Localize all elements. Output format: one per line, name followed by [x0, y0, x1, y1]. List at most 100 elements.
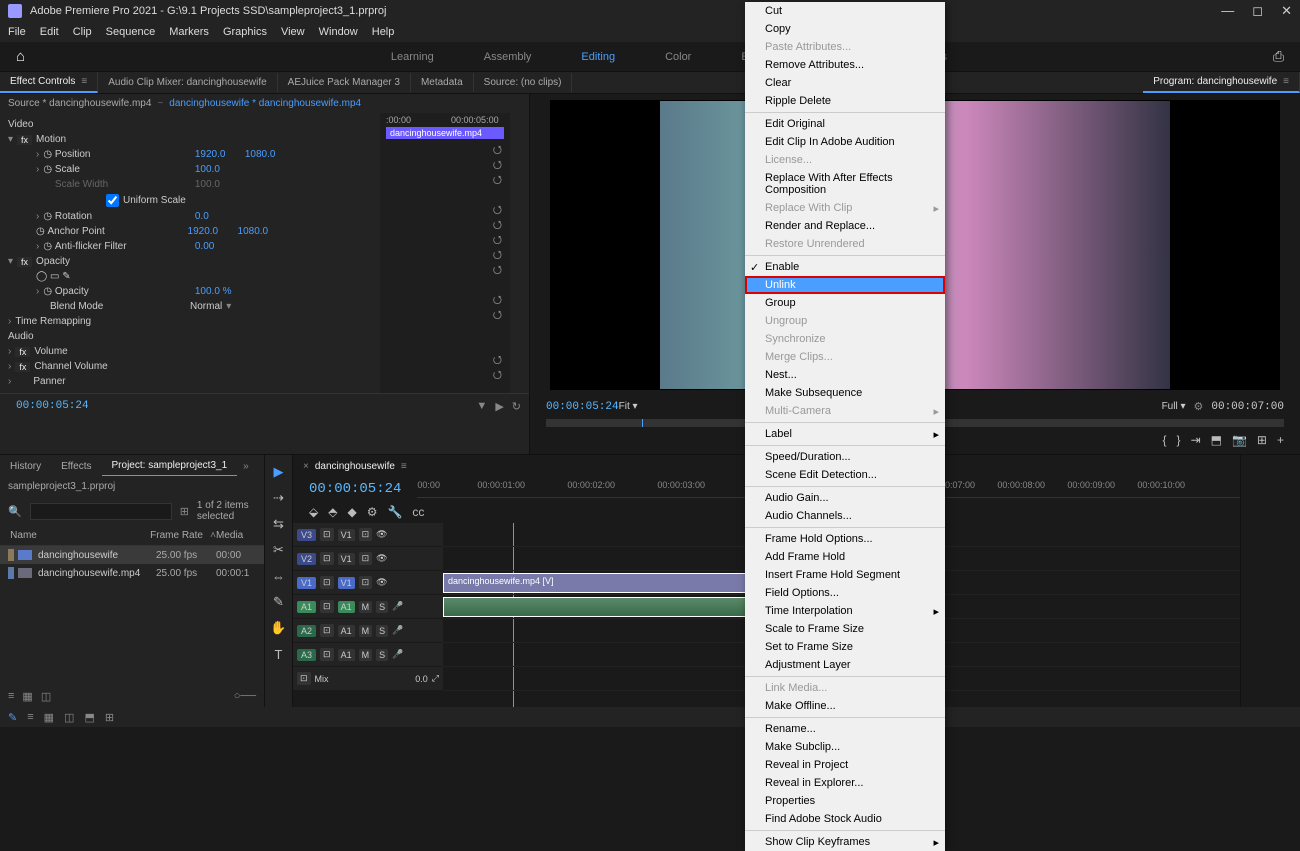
timeline-timecode[interactable]: 00:00:05:24 [293, 477, 417, 501]
mask-ellipse-icon[interactable]: ◯ [36, 271, 47, 282]
ec-blend-value[interactable]: Normal [190, 301, 222, 312]
cc-icon[interactable]: cc [412, 505, 424, 519]
list-view-icon[interactable]: ≡ [8, 690, 14, 703]
context-menu-item[interactable]: Make Subclip... [745, 738, 945, 756]
context-menu-item[interactable]: Frame Hold Options... [745, 530, 945, 548]
eye-icon[interactable]: 👁 [376, 529, 387, 540]
context-menu-item[interactable]: Insert Frame Hold Segment [745, 566, 945, 584]
ec-scale-value[interactable]: 100.0 [195, 164, 245, 175]
status-icon[interactable]: ◫ [64, 711, 74, 724]
add-button-icon[interactable]: + [1277, 433, 1284, 447]
export-frame-icon[interactable]: 📷 [1232, 433, 1247, 447]
workspace-editing[interactable]: Editing [581, 51, 615, 63]
project-item-sequence[interactable]: dancinghousewife 25.00 fps 00:00 [0, 546, 264, 564]
context-menu-item[interactable]: Add Frame Hold [745, 548, 945, 566]
reset-icon[interactable]: ⭯ [493, 246, 502, 261]
track-header-v3[interactable]: V3⊡V1⊡👁 [293, 523, 443, 547]
stopwatch-icon[interactable]: ◷ [43, 286, 52, 297]
sequence-settings-icon[interactable]: ⚙ [367, 505, 378, 519]
tab-history[interactable]: History [0, 457, 51, 476]
ec-timecode[interactable]: 00:00:05:24 [8, 398, 97, 414]
export-icon[interactable]: ⎙ [1273, 48, 1284, 65]
context-menu-item[interactable]: Make Offline... [745, 697, 945, 715]
expand-icon[interactable]: ⤢ [432, 673, 439, 684]
ec-clip-bar[interactable]: dancinghousewife.mp4 [386, 127, 504, 139]
reset-icon[interactable]: ⭯ [493, 216, 502, 231]
ec-anchor-y[interactable]: 1080.0 [238, 226, 288, 237]
context-menu-item[interactable]: Field Options... [745, 584, 945, 602]
status-icon[interactable]: ✎ [8, 711, 17, 724]
icon-view-icon[interactable]: ▦ [22, 690, 32, 703]
mic-icon[interactable]: 🎤 [392, 625, 403, 636]
status-icon[interactable]: ⊞ [105, 711, 114, 724]
context-menu-item[interactable]: Reveal in Project [745, 756, 945, 774]
settings-icon[interactable]: ⚙ [1194, 400, 1204, 413]
mask-rect-icon[interactable]: ▭ [50, 271, 59, 282]
stopwatch-icon[interactable]: ◷ [43, 211, 52, 222]
wrench-icon[interactable]: 🔧 [387, 505, 402, 519]
context-menu-item[interactable]: Nest... [745, 366, 945, 384]
context-menu-item[interactable]: Edit Clip In Adobe Audition [745, 133, 945, 151]
context-menu-item[interactable]: Make Subsequence [745, 384, 945, 402]
workspace-color[interactable]: Color [665, 51, 691, 63]
minimize-icon[interactable]: — [1221, 3, 1234, 19]
stopwatch-icon[interactable]: ◷ [43, 149, 52, 160]
menu-edit[interactable]: Edit [40, 26, 59, 38]
type-tool-icon[interactable]: T [270, 645, 288, 663]
tab-close-icon[interactable]: ≡ [81, 76, 87, 87]
context-menu-item[interactable]: Render and Replace... [745, 217, 945, 235]
ec-panner[interactable]: Panner [33, 376, 173, 387]
reset-icon[interactable]: ⭯ [493, 291, 502, 306]
resolution-dropdown[interactable]: Full ▾ [1162, 401, 1186, 412]
track-header-a3[interactable]: A3⊡A1MS🎤 [293, 643, 443, 667]
context-menu-item[interactable]: Replace With After Effects Composition [745, 169, 945, 199]
mark-in-icon[interactable]: { [1163, 433, 1167, 447]
ec-opacity-value[interactable]: 100.0 % [195, 286, 245, 297]
track-header-v1[interactable]: V1⊡V1⊡👁 [293, 571, 443, 595]
reset-icon[interactable]: ⭯ [493, 351, 502, 366]
close-icon[interactable]: × [303, 461, 309, 472]
bin-icon[interactable]: ⊞ [180, 505, 189, 518]
track-header-mix[interactable]: ⊡Mix0.0⤢ [293, 667, 443, 691]
safe-margins-icon[interactable]: ⊞ [1257, 433, 1267, 447]
ec-motion[interactable]: Motion [36, 134, 176, 145]
ec-uniform-scale-checkbox[interactable] [106, 194, 119, 207]
fx-badge[interactable]: fx [17, 135, 32, 145]
context-menu-item[interactable]: Cut [745, 2, 945, 20]
context-menu-item[interactable]: Speed/Duration... [745, 448, 945, 466]
track-header-a1[interactable]: A1⊡A1MS🎤 [293, 595, 443, 619]
pen-tool-icon[interactable]: ✎ [270, 593, 288, 611]
context-menu-item[interactable]: Unlink [745, 276, 945, 294]
reset-icon[interactable]: ⭯ [493, 201, 502, 216]
disclosure-icon[interactable]: › [8, 376, 11, 387]
reset-icon[interactable]: ⭯ [493, 141, 502, 156]
context-menu-item[interactable]: Copy [745, 20, 945, 38]
context-menu-item[interactable]: Remove Attributes... [745, 56, 945, 74]
menu-markers[interactable]: Markers [169, 26, 209, 38]
menu-window[interactable]: Window [319, 26, 358, 38]
context-menu-item[interactable]: Audio Gain... [745, 489, 945, 507]
context-menu-item[interactable]: Properties [745, 792, 945, 810]
ec-time-remap[interactable]: Time Remapping [15, 316, 155, 327]
reset-icon[interactable]: ⭯ [493, 366, 502, 381]
menu-view[interactable]: View [281, 26, 305, 38]
col-name[interactable]: Name [10, 530, 150, 541]
ec-position-x[interactable]: 1920.0 [195, 149, 245, 160]
mic-icon[interactable]: 🎤 [392, 649, 403, 660]
disclosure-icon[interactable]: ▾ [8, 134, 13, 145]
context-menu-item[interactable]: Reveal in Explorer... [745, 774, 945, 792]
play-icon[interactable]: ▶ [495, 400, 503, 413]
mic-icon[interactable]: 🎤 [392, 601, 403, 612]
context-menu-item[interactable]: Rename... [745, 720, 945, 738]
col-media[interactable]: Media [216, 530, 256, 541]
tab-program-monitor[interactable]: Program: dancinghousewife≡ [1143, 72, 1300, 93]
menu-sequence[interactable]: Sequence [106, 26, 156, 38]
track-select-tool-icon[interactable]: ⇢ [270, 489, 288, 507]
linked-selection-icon[interactable]: ⬘ [328, 505, 337, 519]
fx-badge[interactable]: fx [15, 362, 30, 372]
dropdown-icon[interactable]: ▾ [226, 301, 231, 312]
chevron-icon[interactable]: » [237, 461, 255, 472]
menu-graphics[interactable]: Graphics [223, 26, 267, 38]
menu-file[interactable]: File [8, 26, 26, 38]
context-menu-item[interactable]: Ripple Delete [745, 92, 945, 110]
